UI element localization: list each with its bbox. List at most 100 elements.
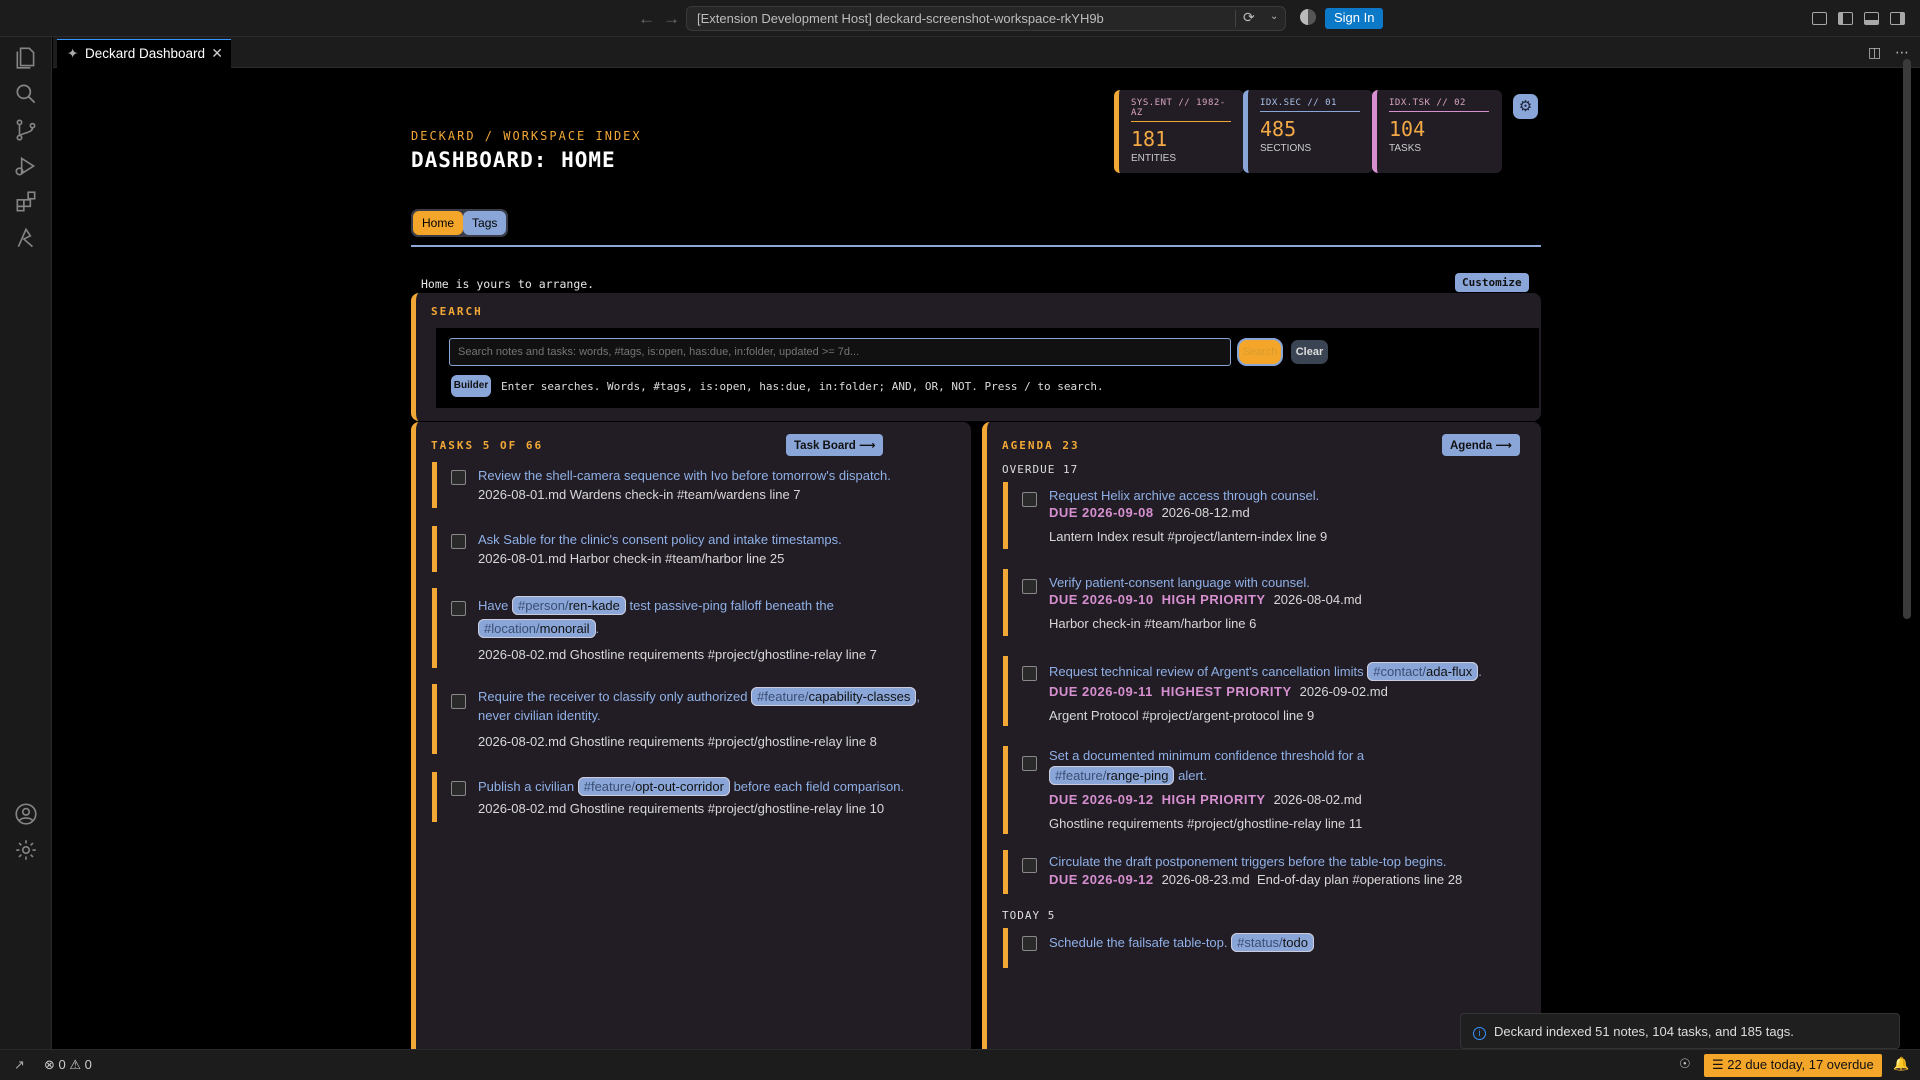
back-arrow-icon[interactable]: ← xyxy=(638,9,655,29)
page-kicker: DECKARD / WORKSPACE INDEX xyxy=(411,129,642,143)
builder-button[interactable]: Builder xyxy=(451,375,491,397)
task-checkbox[interactable] xyxy=(451,694,466,709)
search-icon[interactable] xyxy=(13,81,39,107)
task-item: Ask Sable for the clinic's consent polic… xyxy=(432,526,852,572)
search-title: SEARCH xyxy=(431,305,483,318)
task-board-button[interactable]: Task Board ⟶ xyxy=(786,434,884,456)
editor-area: ✦ Deckard Dashboard ✕ ◫ ⋯ DECKARD / WORKS… xyxy=(53,37,1920,1062)
agenda-item: Request technical review of Argent's can… xyxy=(1003,656,1503,726)
task-text[interactable]: Review the shell-camera sequence with Iv… xyxy=(478,464,908,487)
task-text[interactable]: Publish a civilian #feature/opt-out-corr… xyxy=(478,775,978,798)
stat-label: SYS.ENT // 1982-AZ xyxy=(1131,98,1231,122)
task-meta: 2026-08-01.md Harbor check-in #team/harb… xyxy=(478,551,785,566)
agenda-text[interactable]: Circulate the draft postponement trigger… xyxy=(1049,850,1529,873)
editor-scrollbar[interactable] xyxy=(1903,59,1911,619)
remote-icon[interactable]: ↗ xyxy=(14,1057,25,1073)
toggle-secondary-sidebar-icon[interactable] xyxy=(1890,12,1905,25)
account-icon[interactable] xyxy=(13,801,39,827)
agenda-item: Circulate the draft postponement trigger… xyxy=(1003,850,1503,894)
activity-bar xyxy=(0,37,52,1049)
clear-button[interactable]: Clear xyxy=(1291,340,1328,364)
agenda-meta: End-of-day plan #operations line 28 xyxy=(1256,872,1463,887)
tag-chip[interactable]: #person/ren-kade xyxy=(511,596,626,615)
tabs-divider xyxy=(411,245,1541,247)
task-item: Publish a civilian #feature/opt-out-corr… xyxy=(432,772,904,822)
dashboard-content: DECKARD / WORKSPACE INDEX DASHBOARD: HOM… xyxy=(53,68,1920,1062)
tab-tags[interactable]: Tags xyxy=(463,211,507,235)
agenda-text[interactable]: Schedule the failsafe table-top. #status… xyxy=(1049,931,1529,954)
title-bar: ← → [Extension Development Host] deckard… xyxy=(0,0,1920,37)
toggle-primary-sidebar-icon[interactable] xyxy=(1838,12,1853,25)
stat-tasks: IDX.TSK // 02 104 TASKS xyxy=(1372,90,1502,173)
settings-gear-icon[interactable]: ⚙ xyxy=(1513,94,1538,119)
agenda-meta: Lantern Index result #project/lantern-in… xyxy=(1049,529,1328,544)
customize-layout-icon[interactable] xyxy=(1812,12,1827,25)
toggle-panel-icon[interactable] xyxy=(1864,12,1879,25)
agenda-checkbox[interactable] xyxy=(1022,858,1037,873)
window-title: [Extension Development Host] deckard-scr… xyxy=(697,11,1104,26)
tab-home[interactable]: Home xyxy=(413,211,464,235)
stat-value: 485 xyxy=(1260,117,1297,141)
tag-chip[interactable]: #feature/opt-out-corridor xyxy=(577,777,730,796)
task-text[interactable]: Require the receiver to classify only au… xyxy=(478,687,958,725)
tag-chip[interactable]: #feature/range-ping xyxy=(1049,766,1175,785)
deckard-icon[interactable] xyxy=(13,225,39,251)
tag-chip[interactable]: #feature/capability-classes xyxy=(751,687,917,706)
task-item: Require the receiver to classify only au… xyxy=(432,684,920,754)
due-date: DUE 2026-09-11 xyxy=(1049,684,1153,699)
sign-in-button[interactable]: Sign In xyxy=(1325,8,1384,29)
close-icon[interactable]: ✕ xyxy=(211,45,223,62)
extensions-icon[interactable] xyxy=(13,189,39,215)
due-date: DUE 2026-09-10 xyxy=(1049,592,1154,607)
search-input[interactable] xyxy=(449,338,1231,366)
tab-deckard-dashboard[interactable]: ✦ Deckard Dashboard ✕ xyxy=(57,39,231,68)
tag-chip[interactable]: #status/todo xyxy=(1231,933,1314,952)
tag-chip[interactable]: #contact/ada-flux xyxy=(1367,662,1479,681)
overdue-header: OVERDUE 17 xyxy=(1002,463,1079,476)
search-button[interactable]: Search xyxy=(1237,338,1283,366)
explorer-icon[interactable] xyxy=(13,45,39,71)
stat-unit: SECTIONS xyxy=(1260,143,1312,154)
run-debug-icon[interactable] xyxy=(13,153,39,179)
agenda-text[interactable]: Set a documented minimum confidence thre… xyxy=(1049,746,1389,786)
split-editor-icon[interactable]: ◫ xyxy=(1868,44,1881,61)
command-center[interactable]: [Extension Development Host] deckard-scr… xyxy=(686,6,1286,31)
tag-chip[interactable]: #location/monorail xyxy=(478,619,596,638)
agenda-button[interactable]: Agenda ⟶ xyxy=(1442,434,1520,456)
agenda-file: 2026-08-12.md xyxy=(1161,505,1250,520)
task-item: Have #person/ren-kade test passive-ping … xyxy=(432,588,877,668)
forward-arrow-icon[interactable]: → xyxy=(663,9,680,29)
customize-button[interactable]: Customize xyxy=(1455,273,1529,292)
agenda-checkbox[interactable] xyxy=(1022,936,1037,951)
task-checkbox[interactable] xyxy=(451,601,466,616)
source-control-icon[interactable] xyxy=(13,117,39,143)
task-text[interactable]: Ask Sable for the clinic's consent polic… xyxy=(478,528,908,551)
due-status-item[interactable]: ☰ 22 due today, 17 overdue xyxy=(1704,1054,1882,1077)
task-meta: 2026-08-02.md Ghostline requirements #pr… xyxy=(478,647,877,662)
problems-indicator[interactable]: ⊗ 0 ⚠ 0 xyxy=(44,1057,92,1073)
agenda-meta: Harbor check-in #team/harbor line 6 xyxy=(1049,616,1257,631)
sync-icon[interactable]: ⟳ xyxy=(1243,9,1255,26)
agenda-checkbox[interactable] xyxy=(1022,492,1037,507)
notifications-bell-icon[interactable]: 🔔 xyxy=(1893,1056,1909,1072)
copilot-icon[interactable] xyxy=(1300,9,1316,25)
agenda-checkbox[interactable] xyxy=(1022,666,1037,681)
search-help: Enter searches. Words, #tags, is:open, h… xyxy=(501,380,1104,393)
agenda-checkbox[interactable] xyxy=(1022,579,1037,594)
status-bar: ↗ ⊗ 0 ⚠ 0 ☉ ☰ 22 due today, 17 overdue 🔔 xyxy=(0,1049,1920,1080)
stat-label: IDX.SEC // 01 xyxy=(1260,98,1360,112)
manage-gear-icon[interactable] xyxy=(13,837,39,863)
agenda-meta: Ghostline requirements #project/ghostlin… xyxy=(1049,816,1363,831)
task-text[interactable]: Have #person/ren-kade test passive-ping … xyxy=(478,594,898,640)
copilot-status-icon[interactable]: ☉ xyxy=(1679,1056,1691,1072)
task-checkbox[interactable] xyxy=(451,470,466,485)
task-checkbox[interactable] xyxy=(451,534,466,549)
priority: HIGH PRIORITY xyxy=(1161,792,1266,807)
notification-toast: i Deckard indexed 51 notes, 104 tasks, an… xyxy=(1460,1013,1900,1049)
agenda-checkbox[interactable] xyxy=(1022,756,1037,771)
agenda-text[interactable]: Verify patient-consent language with cou… xyxy=(1049,571,1529,594)
agenda-text[interactable]: Request Helix archive access through cou… xyxy=(1049,484,1529,507)
chevron-down-icon[interactable]: ⌄ xyxy=(1270,11,1278,22)
task-checkbox[interactable] xyxy=(451,781,466,796)
agenda-text[interactable]: Request technical review of Argent's can… xyxy=(1049,660,1539,683)
